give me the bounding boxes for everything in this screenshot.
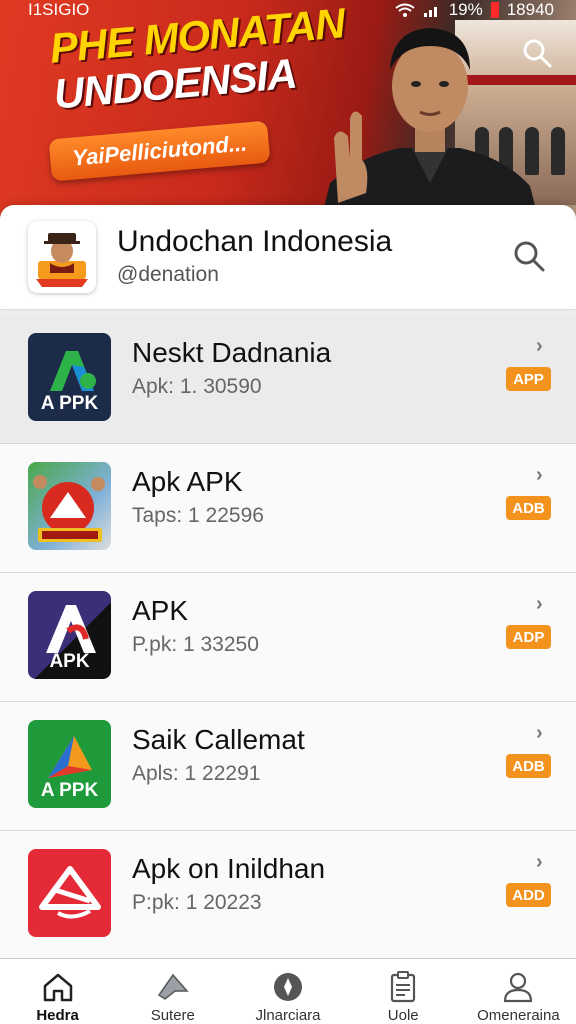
channel-avatar[interactable] bbox=[28, 221, 96, 293]
list-item[interactable]: Apk on Inildhan P:pk: 1 20223 › ADD bbox=[0, 831, 576, 960]
app-list: A PPK Neskt Dadnania Apk: 1. 30590 › APP… bbox=[0, 315, 576, 960]
channel-handle: @denation bbox=[117, 263, 219, 286]
nav-label: Jlnarciara bbox=[255, 1007, 321, 1024]
list-item[interactable]: A PPK Neskt Dadnania Apk: 1. 30590 › APP bbox=[0, 315, 576, 444]
banner-pill[interactable]: YaiPelliciutond... bbox=[48, 120, 271, 182]
list-item[interactable]: APK APK P.pk: 1 33250 › ADP bbox=[0, 573, 576, 702]
app-icon bbox=[28, 462, 111, 550]
nav-item-home[interactable]: Hedra bbox=[0, 959, 115, 1024]
chevron-right-icon[interactable]: › bbox=[536, 593, 543, 616]
nav-label: Hedra bbox=[36, 1007, 79, 1024]
app-icon bbox=[28, 849, 111, 937]
nav-label: Uole bbox=[387, 1007, 419, 1024]
app-subtitle: Taps: 1 22596 bbox=[132, 504, 264, 527]
app-title: Saik Callemat bbox=[132, 724, 305, 755]
app-badge[interactable]: ADP bbox=[506, 625, 551, 649]
nav-item-list[interactable]: Uole bbox=[346, 959, 461, 1024]
chevron-right-icon[interactable]: › bbox=[536, 851, 543, 874]
app-icon: A PPK bbox=[28, 333, 111, 421]
send-icon bbox=[157, 973, 189, 1000]
chevron-right-icon[interactable]: › bbox=[536, 335, 543, 358]
list-item[interactable]: A PPK Saik Callemat Apls: 1 22291 › ADB bbox=[0, 702, 576, 831]
nav-item-send[interactable]: Sutere bbox=[115, 959, 230, 1024]
channel-header: Undochan Indonesia @denation bbox=[0, 205, 576, 310]
bottom-nav: Hedra Sutere Jlnarciara Uole Omeneraina bbox=[0, 958, 576, 1024]
channel-name: Undochan Indonesia bbox=[117, 225, 393, 258]
app-title: Apk on Inildhan bbox=[132, 853, 326, 884]
nav-label: Sutere bbox=[150, 1007, 195, 1024]
search-icon[interactable] bbox=[512, 239, 546, 273]
app-icon-label: A PPK bbox=[40, 780, 99, 801]
clipboard-icon bbox=[391, 971, 416, 1003]
app-subtitle: Apls: 1 22291 bbox=[132, 762, 261, 785]
home-icon bbox=[43, 973, 72, 1002]
compass-icon bbox=[274, 973, 302, 1001]
status-left-text: I1SIGIO bbox=[28, 0, 90, 19]
app-title: Apk APK bbox=[132, 466, 243, 497]
app-icon-label: APK bbox=[49, 651, 90, 672]
search-icon[interactable] bbox=[522, 38, 552, 68]
app-badge[interactable]: ADD bbox=[506, 883, 551, 907]
app-subtitle: P.pk: 1 33250 bbox=[132, 633, 259, 656]
nav-label: Omeneraina bbox=[477, 1007, 560, 1024]
app-icon: A PPK bbox=[28, 720, 111, 808]
app-badge[interactable]: ADB bbox=[506, 754, 551, 778]
app-icon-label: A PPK bbox=[40, 393, 99, 414]
app-title: APK bbox=[132, 595, 189, 626]
profile-icon bbox=[504, 972, 533, 1003]
nav-item-profile[interactable]: Omeneraina bbox=[461, 959, 576, 1024]
presenter-image bbox=[320, 28, 540, 225]
app-subtitle: P:pk: 1 20223 bbox=[132, 891, 262, 914]
nav-item-explore[interactable]: Jlnarciara bbox=[230, 959, 345, 1024]
chevron-right-icon[interactable]: › bbox=[536, 464, 543, 487]
chevron-right-icon[interactable]: › bbox=[536, 722, 543, 745]
app-badge[interactable]: ADB bbox=[506, 496, 551, 520]
list-item[interactable]: Apk APK Taps: 1 22596 › ADB bbox=[0, 444, 576, 573]
app-icon: APK bbox=[28, 591, 111, 679]
app-subtitle: Apk: 1. 30590 bbox=[132, 375, 262, 398]
promo-banner[interactable]: I1SIGIO 19% 18940 PHE MONATAN UNDOENSIA … bbox=[0, 0, 576, 225]
app-badge[interactable]: APP bbox=[506, 367, 551, 391]
app-title: Neskt Dadnania bbox=[132, 337, 332, 368]
